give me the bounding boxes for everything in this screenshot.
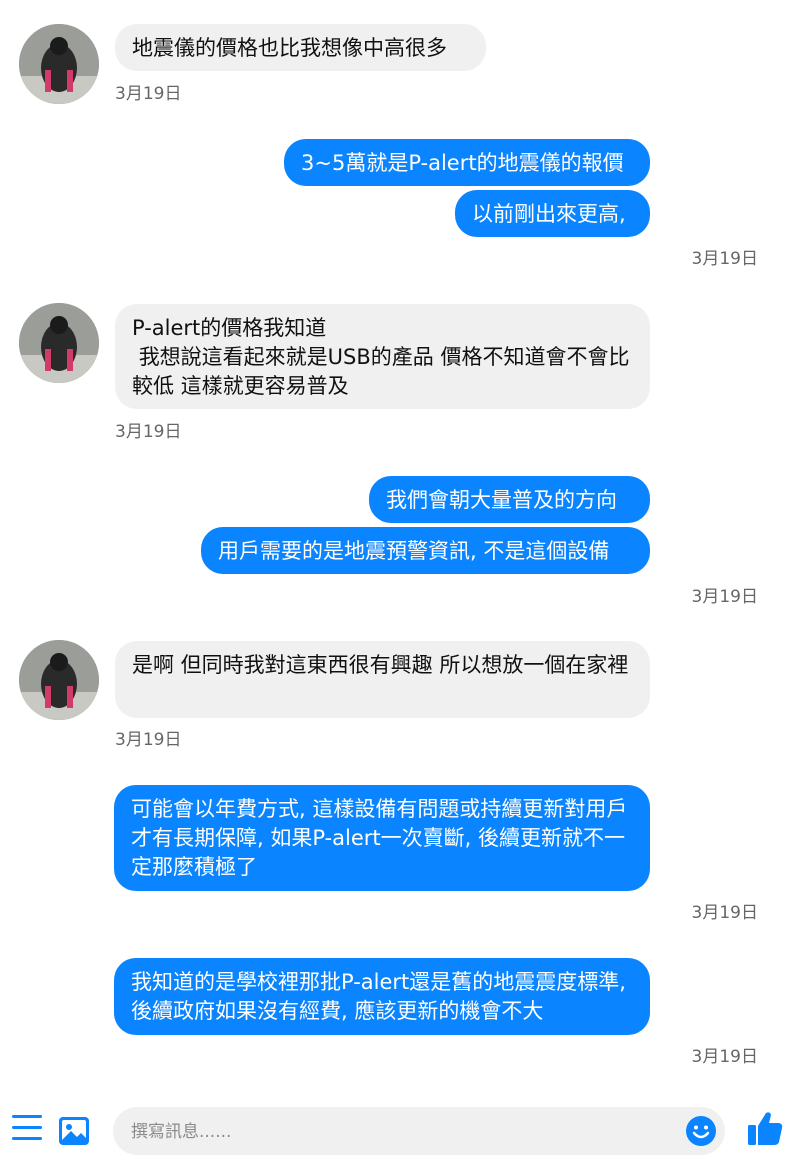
message-input[interactable]: [129, 1116, 673, 1148]
message-timestamp: 3月19日: [115, 422, 182, 442]
message-timestamp: 3月19日: [691, 1047, 758, 1067]
emoji-icon[interactable]: [685, 1115, 717, 1147]
message-timestamp: 3月19日: [115, 730, 182, 750]
message-bubble-outgoing[interactable]: 用戶需要的是地震預警資訊, 不是這個設備: [201, 527, 650, 574]
thumbs-up-icon[interactable]: [746, 1109, 784, 1147]
message-timestamp: 3月19日: [691, 587, 758, 607]
message-timestamp: 3月19日: [115, 84, 182, 104]
message-input-container[interactable]: [113, 1107, 725, 1155]
message-bubble-outgoing[interactable]: 以前剛出來更高,: [455, 190, 650, 237]
message-bubble-incoming[interactable]: 地震儀的價格也比我想像中高很多: [115, 24, 486, 71]
message-bubble-outgoing[interactable]: 我們會朝大量普及的方向: [369, 476, 650, 523]
message-bubble-outgoing[interactable]: 可能會以年費方式, 這樣設備有問題或持續更新對用戶才有長期保障, 如果P-ale…: [114, 785, 650, 891]
message-composer: [0, 1095, 800, 1164]
avatar[interactable]: [19, 303, 99, 383]
message-bubble-outgoing[interactable]: 我知道的是學校裡那批P-alert還是舊的地震震度標準, 後續政府如果沒有經費,…: [114, 958, 650, 1035]
image-icon[interactable]: [58, 1116, 90, 1146]
avatar[interactable]: [19, 24, 99, 104]
avatar[interactable]: [19, 640, 99, 720]
menu-icon[interactable]: [12, 1115, 42, 1143]
message-timestamp: 3月19日: [691, 903, 758, 923]
message-bubble-incoming[interactable]: 是啊 但同時我對這東西很有興趣 所以想放一個在家裡: [115, 641, 650, 718]
message-timestamp: 3月19日: [691, 249, 758, 269]
message-bubble-outgoing[interactable]: 3~5萬就是P-alert的地震儀的報價: [284, 139, 650, 186]
message-thread[interactable]: 地震儀的價格也比我想像中高很多 3月19日 3~5萬就是P-alert的地震儀的…: [0, 0, 800, 1095]
message-bubble-incoming[interactable]: P-alert的價格我知道 我想說這看起來就是USB的產品 價格不知道會不會比較…: [115, 304, 650, 409]
